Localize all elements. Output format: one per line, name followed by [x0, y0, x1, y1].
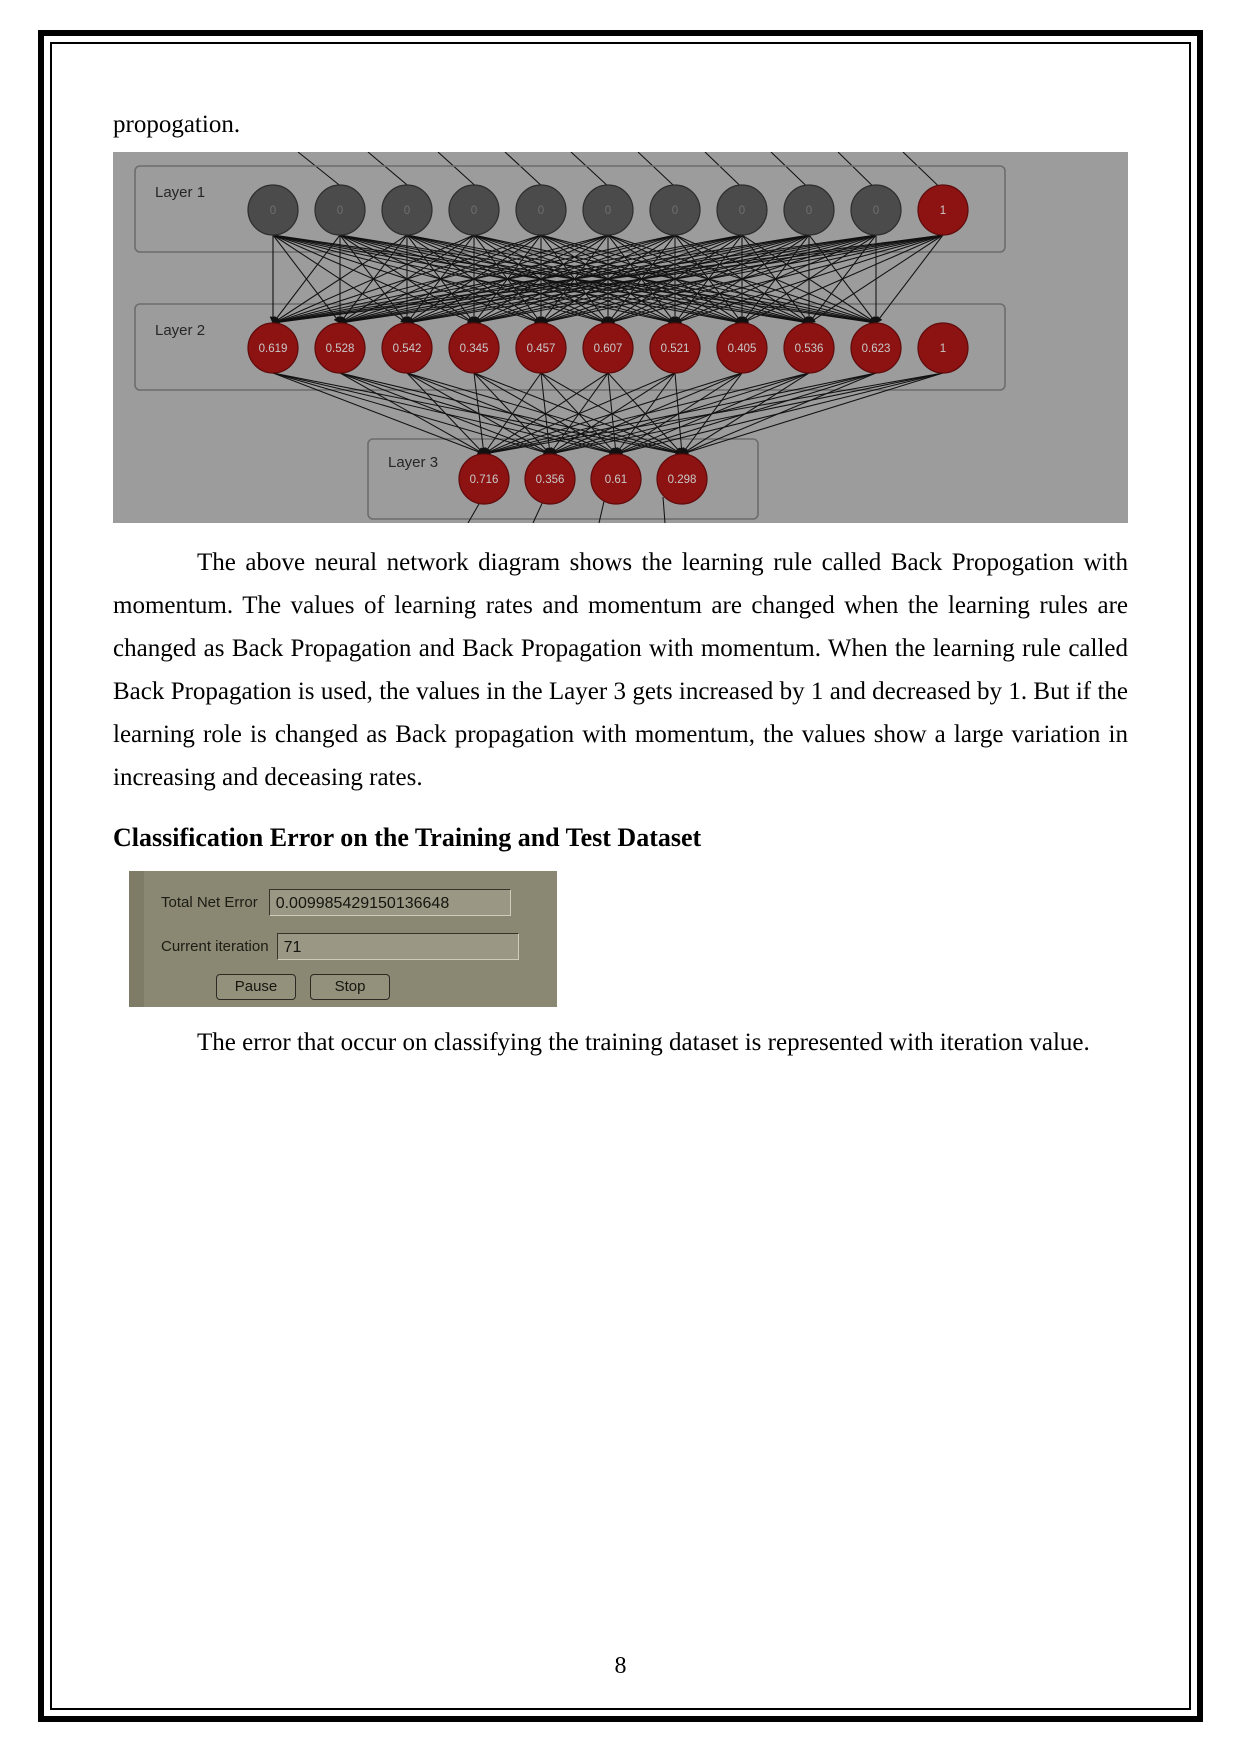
node-l1-5: 0 [582, 184, 634, 236]
node-l1-1: 0 [314, 184, 366, 236]
training-status-panel: Total Net Error 0.009985429150136648 Cur… [129, 871, 557, 1007]
node-l2-bias-value: 1 [940, 343, 946, 355]
training-panel-buttons: Pause Stop [216, 974, 390, 1000]
node-l1-bias: 1 [917, 184, 969, 236]
layer-2-label: Layer 2 [155, 322, 205, 339]
total-net-error-label: Total Net Error [161, 894, 258, 911]
node-l2-3: 0.345 [448, 322, 500, 374]
node-l3-2-value: 0.61 [605, 474, 627, 486]
section-heading: Classification Error on the Training and… [113, 823, 702, 852]
node-l2-8-value: 0.536 [795, 343, 824, 355]
node-l1-bias-value: 1 [940, 205, 946, 217]
node-l1-3: 0 [448, 184, 500, 236]
node-l2-4-value: 0.457 [527, 343, 556, 355]
total-net-error-row: Total Net Error 0.009985429150136648 [161, 889, 511, 916]
node-l1-6-value: 0 [672, 205, 678, 217]
total-net-error-field[interactable]: 0.009985429150136648 [268, 889, 511, 916]
node-l2-1: 0.528 [314, 322, 366, 374]
current-iteration-field[interactable]: 71 [276, 933, 519, 960]
neural-network-svg: Layer 1 Layer 2 Layer 3 0 0 0 0 0 0 0 0 … [134, 152, 1006, 523]
layer-1-label: Layer 1 [155, 184, 205, 201]
node-l1-0-value: 0 [270, 205, 276, 217]
neural-network-figure: Layer 1 Layer 2 Layer 3 0 0 0 0 0 0 0 0 … [113, 152, 1128, 523]
node-l1-3-value: 0 [471, 205, 477, 217]
node-l3-3: 0.298 [656, 453, 708, 505]
node-l1-7-value: 0 [739, 205, 745, 217]
node-l1-9-value: 0 [873, 205, 879, 217]
current-iteration-row: Current iteration 71 [161, 933, 519, 960]
layer1-to-layer2-edges [269, 234, 944, 326]
node-l1-7: 0 [716, 184, 768, 236]
node-l1-8: 0 [783, 184, 835, 236]
node-l1-4-value: 0 [538, 205, 544, 217]
node-l1-1-value: 0 [337, 205, 343, 217]
node-l1-2: 0 [381, 184, 433, 236]
node-l2-8: 0.536 [783, 322, 835, 374]
layer-3-label: Layer 3 [388, 454, 438, 471]
node-l3-1-value: 0.356 [536, 474, 565, 486]
page-number: 8 [614, 1653, 627, 1679]
node-l2-6-value: 0.521 [661, 343, 690, 355]
node-l3-0: 0.716 [458, 453, 510, 505]
current-iteration-label: Current iteration [161, 938, 269, 955]
node-l3-0-value: 0.716 [470, 474, 499, 486]
node-l2-7: 0.405 [716, 322, 768, 374]
pause-button[interactable]: Pause [216, 974, 296, 1000]
node-l2-2: 0.542 [381, 322, 433, 374]
node-l2-4: 0.457 [515, 322, 567, 374]
node-l3-2: 0.61 [590, 453, 642, 505]
node-l2-6: 0.521 [649, 322, 701, 374]
node-l2-7-value: 0.405 [728, 343, 757, 355]
node-l2-2-value: 0.542 [393, 343, 422, 355]
node-l1-6: 0 [649, 184, 701, 236]
node-l1-0: 0 [247, 184, 299, 236]
node-l1-5-value: 0 [605, 205, 611, 217]
node-l2-3-value: 0.345 [460, 343, 489, 355]
node-l1-9: 0 [850, 184, 902, 236]
node-l1-4: 0 [515, 184, 567, 236]
page-content: propogation. Layer 1 Layer 2 Layer 3 0 0… [113, 110, 1128, 1063]
caption-text: The error that occur on classifying the … [197, 1029, 1090, 1056]
node-l1-8-value: 0 [806, 205, 812, 217]
node-l2-1-value: 0.528 [326, 343, 355, 355]
stop-button[interactable]: Stop [310, 974, 390, 1000]
node-l3-3-value: 0.298 [668, 474, 697, 486]
layer-1-nodes: 0 0 0 0 0 0 0 0 0 0 1 [247, 184, 969, 236]
paragraph-1: The above neural network diagram shows t… [113, 549, 1128, 791]
node-l2-0: 0.619 [247, 322, 299, 374]
node-l3-1: 0.356 [524, 453, 576, 505]
training-panel-inner: Total Net Error 0.009985429150136648 Cur… [144, 871, 557, 1007]
document-page: propogation. Layer 1 Layer 2 Layer 3 0 0… [0, 0, 1241, 1754]
lead-line: propogation. [113, 111, 241, 138]
node-l2-5-value: 0.607 [594, 343, 623, 355]
layer2-to-layer3-edges [272, 372, 944, 457]
node-l2-9: 0.623 [850, 322, 902, 374]
node-l2-5: 0.607 [582, 322, 634, 374]
node-l2-bias: 1 [917, 322, 969, 374]
node-l2-9-value: 0.623 [862, 343, 891, 355]
node-l2-0-value: 0.619 [259, 343, 288, 355]
node-l1-2-value: 0 [404, 205, 410, 217]
layer-2-nodes: 0.619 0.528 0.542 0.345 0.457 0.607 0.52… [247, 322, 969, 374]
layer-3-nodes: 0.716 0.356 0.61 0.298 [458, 453, 708, 505]
